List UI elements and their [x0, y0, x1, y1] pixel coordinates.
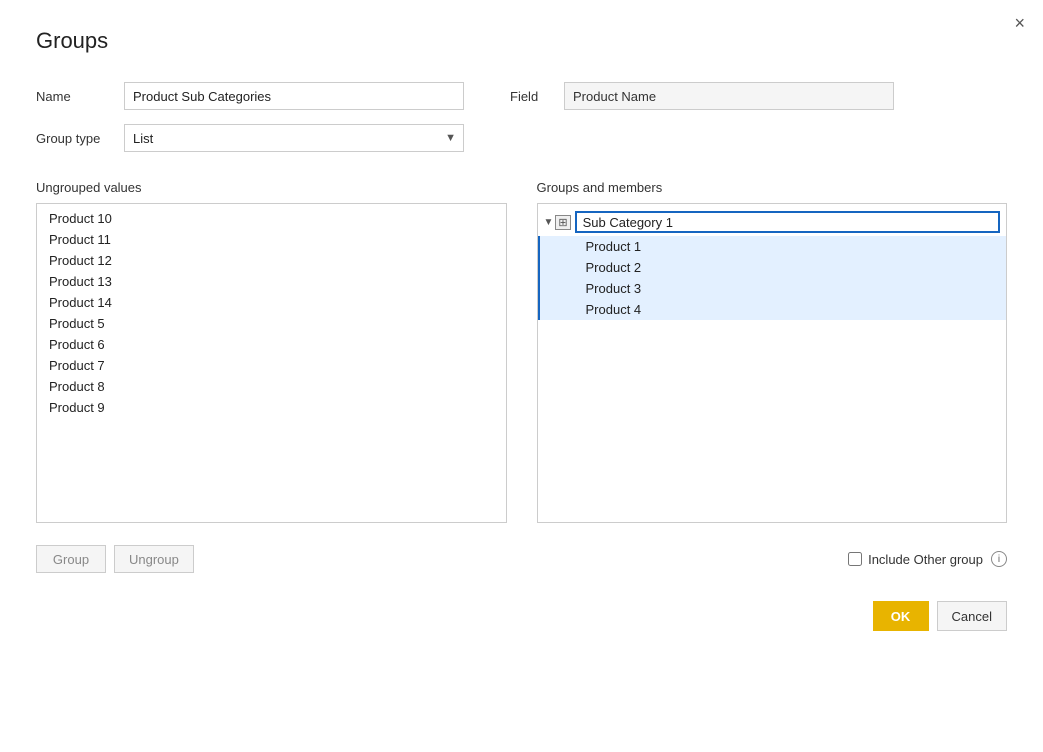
- close-button[interactable]: ×: [1014, 14, 1025, 32]
- group-type-select-wrapper: List Bin ▼: [124, 124, 464, 152]
- ungrouped-listbox[interactable]: Product 10 Product 11 Product 12 Product…: [36, 203, 507, 523]
- name-label: Name: [36, 89, 108, 104]
- include-other-label: Include Other group: [868, 552, 983, 567]
- include-other-checkbox[interactable]: [848, 552, 862, 566]
- action-buttons: Group Ungroup: [36, 545, 194, 573]
- group-type-select[interactable]: List Bin: [124, 124, 464, 152]
- name-input[interactable]: [124, 82, 464, 110]
- table-icon: ⊞: [555, 215, 570, 230]
- footer-row: OK Cancel: [36, 601, 1007, 631]
- list-item[interactable]: Product 12: [37, 250, 506, 271]
- ungrouped-title: Ungrouped values: [36, 180, 507, 195]
- member-item[interactable]: Product 1: [538, 236, 1007, 257]
- member-item[interactable]: Product 4: [538, 299, 1007, 320]
- cancel-button[interactable]: Cancel: [937, 601, 1007, 631]
- list-item[interactable]: Product 6: [37, 334, 506, 355]
- name-field-row: Name Field Product Name: [36, 82, 1007, 110]
- list-item[interactable]: Product 8: [37, 376, 506, 397]
- bottom-bar: Group Ungroup Include Other group i: [36, 545, 1007, 573]
- include-other-group: Include Other group i: [848, 551, 1007, 567]
- list-item[interactable]: Product 9: [37, 397, 506, 418]
- group-type-row: Group type List Bin ▼: [36, 124, 1007, 152]
- group-name-cell[interactable]: Sub Category 1: [575, 211, 1000, 233]
- field-value: Product Name: [564, 82, 894, 110]
- list-item[interactable]: Product 10: [37, 208, 506, 229]
- list-item[interactable]: Product 7: [37, 355, 506, 376]
- list-item[interactable]: Product 13: [37, 271, 506, 292]
- dialog-title: Groups: [36, 28, 1007, 54]
- list-item[interactable]: Product 11: [37, 229, 506, 250]
- field-label: Field: [510, 89, 548, 104]
- groups-dialog: × Groups Name Field Product Name Group t…: [0, 0, 1043, 752]
- groups-listbox[interactable]: ▼ ⊞ Sub Category 1 Product 1 Product 2 P…: [537, 203, 1008, 523]
- groups-title: Groups and members: [537, 180, 1008, 195]
- group-header-row[interactable]: ▼ ⊞ Sub Category 1: [538, 208, 1007, 236]
- member-item[interactable]: Product 2: [538, 257, 1007, 278]
- ok-button[interactable]: OK: [873, 601, 929, 631]
- info-icon: i: [991, 551, 1007, 567]
- ungrouped-panel: Ungrouped values Product 10 Product 11 P…: [36, 180, 507, 523]
- ungroup-button[interactable]: Ungroup: [114, 545, 194, 573]
- collapse-icon[interactable]: ▼: [544, 217, 554, 228]
- panels-row: Ungrouped values Product 10 Product 11 P…: [36, 180, 1007, 523]
- list-item[interactable]: Product 14: [37, 292, 506, 313]
- member-item[interactable]: Product 3: [538, 278, 1007, 299]
- group-button[interactable]: Group: [36, 545, 106, 573]
- list-item[interactable]: Product 5: [37, 313, 506, 334]
- groups-panel: Groups and members ▼ ⊞ Sub Category 1 Pr…: [537, 180, 1008, 523]
- group-type-label: Group type: [36, 131, 108, 146]
